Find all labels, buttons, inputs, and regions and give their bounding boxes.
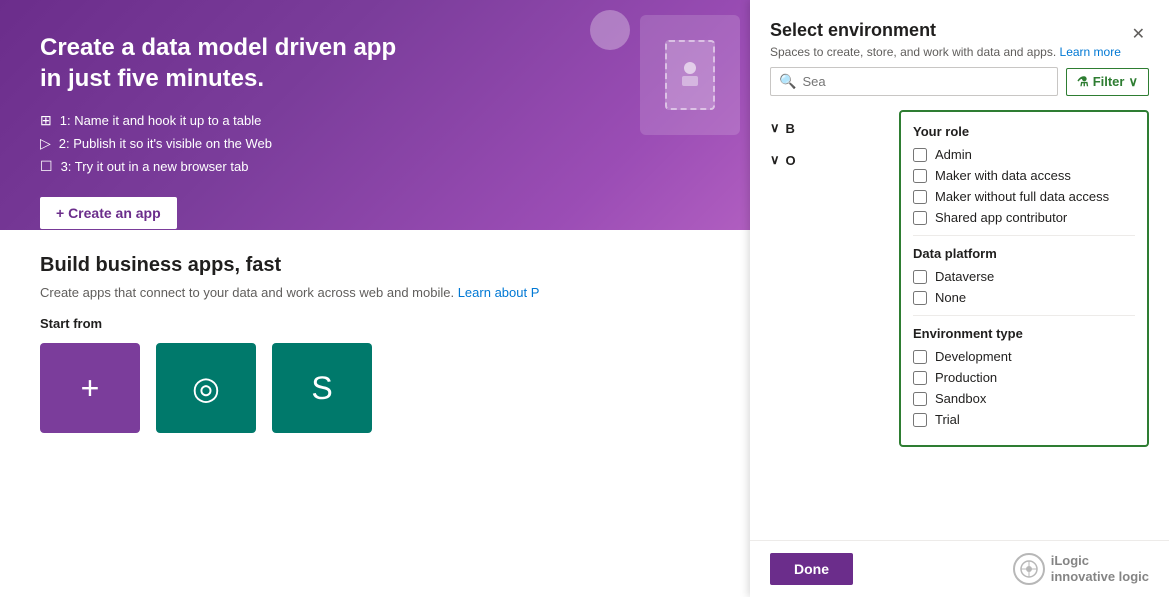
- panel-title: Select environment: [770, 20, 1121, 41]
- filter-option-development[interactable]: Development: [913, 349, 1135, 364]
- maker-with-data-checkbox[interactable]: [913, 169, 927, 183]
- build-title: Build business apps, fast: [40, 254, 710, 277]
- app-card-plus[interactable]: +: [40, 343, 140, 433]
- logo-brand: iLogic: [1051, 553, 1149, 569]
- app-cards-row: + ◎ S: [40, 343, 710, 433]
- env-type-title: Environment type: [913, 326, 1135, 341]
- sandbox-checkbox[interactable]: [913, 392, 927, 406]
- shared-app-label: Shared app contributor: [935, 210, 1067, 225]
- hero-avatar: [590, 10, 630, 50]
- search-input[interactable]: [802, 74, 1049, 89]
- filter-label: Filter: [1093, 74, 1125, 89]
- filter-option-admin[interactable]: Admin: [913, 147, 1135, 162]
- browser-icon: ☐: [40, 158, 53, 175]
- data-platform-title: Data platform: [913, 246, 1135, 261]
- footer-logo: iLogic innovative logic: [1013, 553, 1149, 585]
- production-checkbox[interactable]: [913, 371, 927, 385]
- panel-footer: Done iLogic innovative logic: [750, 540, 1169, 597]
- dataverse-label: Dataverse: [935, 269, 994, 284]
- app-icon-3: S: [311, 370, 332, 407]
- filter-button[interactable]: ⚗ Filter ∨: [1066, 68, 1149, 96]
- chevron-down-icon-2: ∨: [770, 152, 780, 168]
- shared-app-checkbox[interactable]: [913, 211, 927, 225]
- env-group-b-label: B: [786, 121, 795, 136]
- filter-option-maker-no-data[interactable]: Maker without full data access: [913, 189, 1135, 204]
- hero-graphic: [640, 15, 740, 135]
- learn-about-link[interactable]: Learn about P: [458, 285, 540, 300]
- dataverse-checkbox[interactable]: [913, 270, 927, 284]
- done-button[interactable]: Done: [770, 553, 853, 585]
- filter-option-maker-data[interactable]: Maker with data access: [913, 168, 1135, 183]
- panel-header: Select environment Spaces to create, sto…: [750, 0, 1169, 67]
- filter-option-shared-app[interactable]: Shared app contributor: [913, 210, 1135, 225]
- maker-without-data-label: Maker without full data access: [935, 189, 1109, 204]
- development-label: Development: [935, 349, 1012, 364]
- chevron-down-icon: ∨: [1128, 74, 1138, 90]
- filter-option-none[interactable]: None: [913, 290, 1135, 305]
- admin-checkbox[interactable]: [913, 148, 927, 162]
- hero-steps: ⊞ 1: Name it and hook it up to a table ▷…: [40, 112, 710, 175]
- filter-option-trial[interactable]: Trial: [913, 412, 1135, 427]
- hero-title: Create a data model driven app in just f…: [40, 32, 420, 94]
- grid-icon: ⊞: [40, 112, 52, 129]
- hero-step-2: ▷ 2: Publish it so it's visible on the W…: [40, 135, 710, 152]
- filter-option-dataverse[interactable]: Dataverse: [913, 269, 1135, 284]
- learn-more-link[interactable]: Learn more: [1060, 45, 1121, 59]
- hero-step-3: ☐ 3: Try it out in a new browser tab: [40, 158, 710, 175]
- filter-option-sandbox[interactable]: Sandbox: [913, 391, 1135, 406]
- app-card-3[interactable]: S: [272, 343, 372, 433]
- production-label: Production: [935, 370, 997, 385]
- filter-option-production[interactable]: Production: [913, 370, 1135, 385]
- search-box: 🔍: [770, 67, 1058, 96]
- your-role-title: Your role: [913, 124, 1135, 139]
- trial-checkbox[interactable]: [913, 413, 927, 427]
- filter-icon: ⚗: [1077, 74, 1089, 90]
- logo-icon: [1013, 553, 1045, 585]
- filter-dropdown: Your role Admin Maker with data access M…: [899, 110, 1149, 447]
- panel-search-row: 🔍 ⚗ Filter ∨: [750, 67, 1169, 104]
- admin-label: Admin: [935, 147, 972, 162]
- separator-1: [913, 235, 1135, 236]
- app-icon-2: ◎: [192, 369, 220, 407]
- maker-without-data-checkbox[interactable]: [913, 190, 927, 204]
- trial-label: Trial: [935, 412, 960, 427]
- none-platform-label: None: [935, 290, 966, 305]
- start-from-label: Start from: [40, 316, 710, 331]
- maker-with-data-label: Maker with data access: [935, 168, 1071, 183]
- play-icon: ▷: [40, 135, 51, 152]
- sandbox-label: Sandbox: [935, 391, 986, 406]
- hero-step-1: ⊞ 1: Name it and hook it up to a table: [40, 112, 710, 129]
- main-content: Create a data model driven app in just f…: [0, 0, 750, 597]
- panel-subtitle: Spaces to create, store, and work with d…: [770, 45, 1121, 59]
- environment-panel: Select environment Spaces to create, sto…: [750, 0, 1169, 597]
- plus-icon: +: [81, 370, 100, 407]
- logo-text: iLogic innovative logic: [1051, 553, 1149, 584]
- separator-2: [913, 315, 1135, 316]
- close-panel-button[interactable]: ✕: [1128, 20, 1149, 48]
- env-group-o-label: O: [786, 153, 796, 168]
- none-platform-checkbox[interactable]: [913, 291, 927, 305]
- create-app-button[interactable]: + Create an app: [40, 197, 177, 229]
- logo-tagline: innovative logic: [1051, 569, 1149, 585]
- app-card-2[interactable]: ◎: [156, 343, 256, 433]
- hero-banner: Create a data model driven app in just f…: [0, 0, 750, 230]
- build-section: Build business apps, fast Create apps th…: [0, 230, 750, 457]
- development-checkbox[interactable]: [913, 350, 927, 364]
- search-icon: 🔍: [779, 73, 796, 90]
- build-desc: Create apps that connect to your data an…: [40, 285, 710, 300]
- chevron-down-icon: ∨: [770, 120, 780, 136]
